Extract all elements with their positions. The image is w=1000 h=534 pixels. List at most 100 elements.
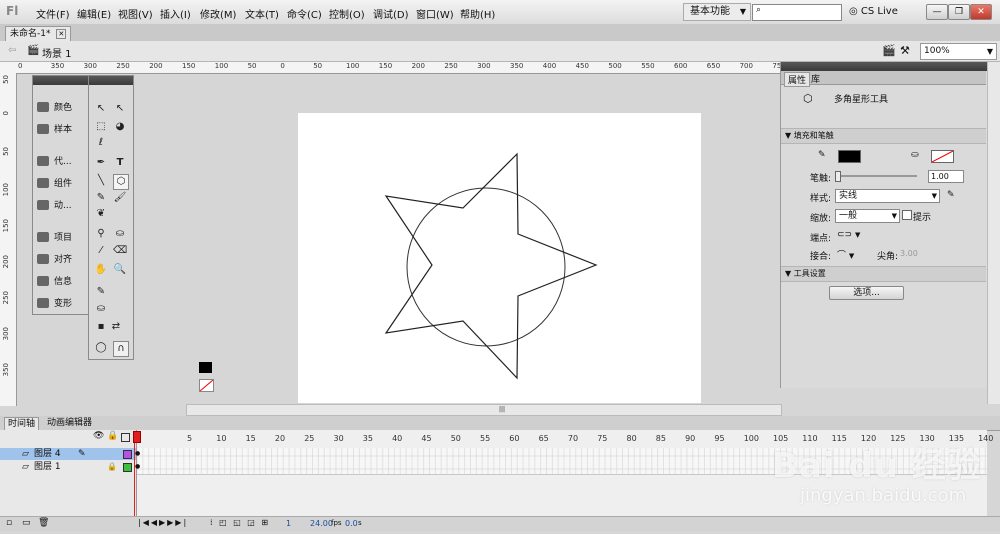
dock-header[interactable] <box>33 76 88 85</box>
tab-properties[interactable]: 属性 <box>784 72 811 87</box>
object-drawing-icon[interactable]: ◯ <box>94 341 108 355</box>
workspace-switcher[interactable]: 基本功能 ▼ <box>683 3 751 21</box>
menu-commands[interactable]: 命令(C) <box>287 6 322 21</box>
time-value[interactable]: 0.0 <box>345 519 358 528</box>
fill-stroke-section[interactable]: ▼ 填充和笔触 <box>781 128 986 144</box>
lasso-tool-icon[interactable]: ℓ <box>94 136 108 150</box>
eyedropper-tool-icon[interactable]: ⁄ <box>94 244 108 258</box>
miter-value[interactable]: 3.00 <box>900 249 918 258</box>
scale-select[interactable]: 一般 ▼ <box>835 209 900 223</box>
vertical-scrollbar[interactable] <box>987 62 1000 404</box>
tab-library[interactable]: 库 <box>811 72 820 85</box>
join-select[interactable]: ⌒ ▼ <box>837 248 854 261</box>
dock-swatches[interactable]: 样本 <box>37 122 72 135</box>
help-search-input[interactable]: ⌕ <box>752 4 842 21</box>
lock-icon[interactable]: 🔒 <box>107 431 118 441</box>
layer-row[interactable]: ▱ 图层 4 ✎ <box>0 448 136 460</box>
menu-window[interactable]: 窗口(W) <box>416 6 454 21</box>
dock-align[interactable]: 对齐 <box>37 252 72 265</box>
horizontal-scrollbar[interactable]: ||| <box>186 404 782 416</box>
eraser-tool-icon[interactable]: ⌫ <box>113 244 127 258</box>
new-folder-icon[interactable]: ▭ <box>22 518 31 528</box>
fill-color-chip[interactable] <box>931 150 954 163</box>
stroke-width-slider[interactable] <box>835 171 917 182</box>
dock-code-snippets[interactable]: 代... <box>37 154 72 167</box>
menu-modify[interactable]: 修改(M) <box>200 6 236 21</box>
zoom-tool-icon[interactable]: 🔍 <box>113 263 127 277</box>
tool-settings-section[interactable]: ▼ 工具设置 <box>781 266 986 282</box>
close-tab-icon[interactable]: ✕ <box>56 29 67 39</box>
current-frame[interactable]: 1 <box>286 519 291 528</box>
selection-tool-icon[interactable]: ↖ <box>94 102 108 116</box>
stroke-width-input[interactable]: 1.00 <box>928 170 964 183</box>
minimize-button[interactable]: — <box>926 4 948 20</box>
outline-icon[interactable] <box>121 433 130 442</box>
edit-scene-icon[interactable]: 🎬 <box>882 44 896 57</box>
dock-motion-presets[interactable]: 动... <box>37 198 72 211</box>
3d-rotation-tool-icon[interactable]: ◕ <box>113 120 127 134</box>
edit-symbol-icon[interactable]: ⚒ <box>900 44 910 57</box>
menu-text[interactable]: 文本(T) <box>245 6 279 21</box>
dock-project[interactable]: 项目 <box>37 230 72 243</box>
options-button[interactable]: 选项... <box>829 286 904 300</box>
new-layer-icon[interactable]: ▫ <box>6 518 12 528</box>
paint-bucket-tool-icon[interactable]: ⛀ <box>113 227 127 241</box>
lock-icon[interactable]: 🔒 <box>107 461 117 473</box>
menu-help[interactable]: 帮助(H) <box>460 6 495 21</box>
subselection-tool-icon[interactable]: ↖ <box>113 102 127 116</box>
playback-controls[interactable]: |◀◀▶▶▶| <box>138 518 188 527</box>
tools-header[interactable] <box>89 76 133 85</box>
current-tool-name: 多角星形工具 <box>834 95 889 105</box>
line-tool-icon[interactable]: ╲ <box>94 174 108 188</box>
polystar-tool-icon[interactable]: ⬡ <box>113 174 129 190</box>
hint-checkbox[interactable] <box>902 210 912 220</box>
menu-insert[interactable]: 插入(I) <box>160 6 191 21</box>
tab-timeline[interactable]: 时间轴 <box>4 417 40 430</box>
dock-components[interactable]: 组件 <box>37 176 72 189</box>
delete-layer-icon[interactable]: 🗑 <box>38 518 49 528</box>
snap-to-objects-icon[interactable]: ∩ <box>113 341 129 357</box>
restore-button[interactable]: ❐ <box>948 4 970 20</box>
dock-color[interactable]: 颜色 <box>37 100 72 113</box>
slider-thumb[interactable] <box>835 171 841 182</box>
menu-control[interactable]: 控制(O) <box>329 6 365 21</box>
menu-file[interactable]: 文件(F) <box>36 6 70 21</box>
cap-select[interactable]: ⊂⊃ ▼ <box>837 230 860 240</box>
black-white-icon[interactable]: ▪ <box>94 320 108 334</box>
menu-view[interactable]: 视图(V) <box>118 6 153 21</box>
tab-motion-editor[interactable]: 动画编辑器 <box>44 417 95 429</box>
hand-tool-icon[interactable]: ✋ <box>94 263 108 277</box>
pencil-tool-icon[interactable]: ✎ <box>94 191 108 205</box>
layer-row[interactable]: ▱ 图层 1 🔒 <box>0 461 136 473</box>
document-tab[interactable]: 未命名-1* ✕ <box>5 26 72 41</box>
cs-live-button[interactable]: ◎ CS Live <box>849 6 898 17</box>
menu-edit[interactable]: 编辑(E) <box>77 6 111 21</box>
text-tool-icon[interactable]: T <box>113 156 127 170</box>
zoom-select[interactable]: 100% ▼ <box>920 43 997 60</box>
onion-skin-controls[interactable]: ⁞ ◰ ◱ ◲ ⊞ <box>210 518 270 527</box>
playhead-handle[interactable] <box>133 431 141 443</box>
menu-debug[interactable]: 调试(D) <box>373 6 409 21</box>
deco-tool-icon[interactable]: ❦ <box>94 207 108 221</box>
edit-stroke-style-icon[interactable]: ✎ <box>947 190 955 200</box>
swap-colors-icon[interactable]: ⇄ <box>109 320 123 334</box>
playhead[interactable] <box>133 431 141 516</box>
layer-color-swatch[interactable] <box>123 463 132 472</box>
properties-header[interactable] <box>781 62 987 71</box>
dock-info[interactable]: 信息 <box>37 274 72 287</box>
frame-number: 45 <box>421 434 432 443</box>
fps-value[interactable]: 24.00 <box>310 519 333 528</box>
close-button[interactable]: ✕ <box>970 4 992 20</box>
fill-color-swatch[interactable] <box>199 379 214 392</box>
back-arrow-icon[interactable]: ⇦ <box>8 45 16 56</box>
stroke-color-swatch[interactable] <box>199 362 212 373</box>
brush-tool-icon[interactable]: 🖌 <box>113 191 127 205</box>
stroke-color-chip[interactable] <box>838 150 861 163</box>
bone-tool-icon[interactable]: ⚲ <box>94 227 108 241</box>
eye-icon[interactable]: 👁 <box>93 431 104 441</box>
free-transform-tool-icon[interactable]: ⬚ <box>94 120 108 134</box>
layer-color-swatch[interactable] <box>123 450 132 459</box>
pen-tool-icon[interactable]: ✒ <box>94 156 108 170</box>
stroke-style-select[interactable]: 实线 ▼ <box>835 189 940 203</box>
dock-transform[interactable]: 变形 <box>37 296 72 309</box>
